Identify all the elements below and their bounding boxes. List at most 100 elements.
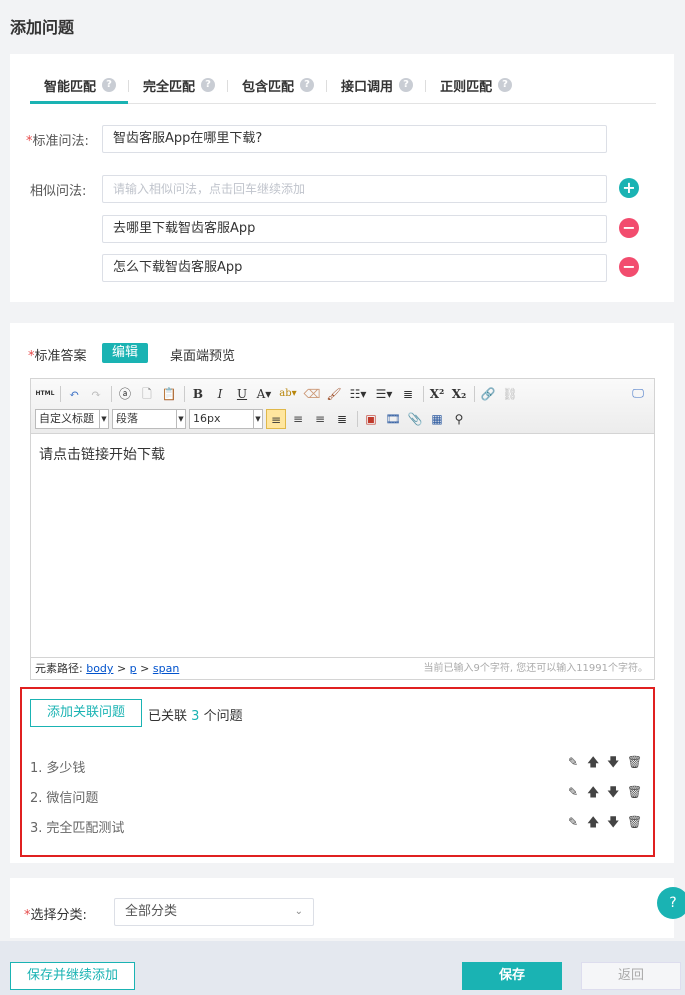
standard-question-label: *标准问法: (26, 130, 89, 149)
save-button[interactable]: 保存 (462, 962, 562, 990)
help-icon[interactable]: ? (399, 78, 414, 92)
remove-similar-icon[interactable]: − (619, 257, 639, 277)
path-p-link[interactable]: p (130, 662, 137, 675)
align-center-icon[interactable]: ≡ (288, 409, 308, 429)
align-left-icon[interactable]: ≡ (266, 409, 286, 429)
align-right-icon[interactable]: ≡ (310, 409, 330, 429)
standard-question-input[interactable]: 智齿客服App在哪里下载? (102, 125, 607, 153)
similar-question-item[interactable]: 怎么下载智齿客服App (102, 254, 607, 282)
line-height-icon[interactable]: ≣ (398, 384, 418, 404)
category-card: *选择分类: 全部分类 ⌄ (10, 878, 674, 938)
clear-doc-icon[interactable]: 🗋 (137, 384, 157, 404)
similar-question-input[interactable]: 请输入相似问法，点击回车继续添加 (102, 175, 607, 203)
format-brush-icon[interactable]: ⓐ (115, 384, 135, 404)
category-select[interactable]: 全部分类 ⌄ (114, 898, 314, 926)
unordered-list-icon[interactable]: ☰▾ (372, 384, 396, 404)
arrow-down-icon[interactable]: 🡇 (607, 815, 619, 829)
table-icon[interactable]: ▦ (427, 409, 447, 429)
superscript-icon[interactable]: X² (427, 384, 447, 404)
toolbar-divider (60, 386, 61, 402)
related-item-text: 微信问题 (46, 791, 99, 806)
highlight-color-icon[interactable]: ab▾ (276, 384, 300, 404)
add-similar-icon[interactable]: + (619, 178, 639, 198)
related-suffix: 个问题 (203, 709, 243, 724)
tab-label: 包含匹配 (242, 80, 295, 95)
html-source-icon[interactable]: HTML (35, 384, 55, 404)
related-item-number: 3. (30, 821, 43, 836)
footer-bar: 保存并继续添加 保存 返回 (0, 941, 685, 995)
bold-icon[interactable]: B (188, 384, 208, 404)
remove-similar-icon[interactable]: − (619, 218, 639, 238)
tab-smart-match[interactable]: 智能匹配 ? (30, 72, 129, 104)
image-icon[interactable]: ▣ (361, 409, 381, 429)
italic-icon[interactable]: I (210, 384, 230, 404)
redo-icon[interactable]: ↷ (86, 384, 106, 404)
toolbar-row-1: HTML ↶ ↷ ⓐ 🗋 📋 B I U A▾ ab▾ ⌫ 🖌 ☷▾ ☰▾ ≣ (35, 383, 522, 405)
add-related-question-button[interactable]: 添加关联问题 (30, 699, 142, 727)
chat-help-icon[interactable]: ? (657, 887, 685, 919)
desktop-preview-button[interactable]: 桌面端预览 (170, 345, 235, 364)
similar-question-item[interactable]: 去哪里下载智齿客服App (102, 215, 607, 243)
attachment-icon[interactable]: 📎 (405, 409, 425, 429)
font-size-value: 16px (193, 412, 221, 425)
answer-label-text: 标准答案 (34, 349, 87, 364)
related-item-actions: ✎ 🡅 🡇 🗑 (567, 815, 642, 829)
tab-contains-match[interactable]: 包含匹配 ? (228, 72, 326, 104)
path-body-link[interactable]: body (86, 662, 113, 675)
font-size-select[interactable]: 16px ▼ (189, 409, 263, 429)
category-label-text: 选择分类: (30, 908, 87, 923)
unlink-icon[interactable]: ⛓ (500, 384, 520, 404)
related-item-text: 多少钱 (46, 761, 86, 776)
related-item: 1. 多少钱 (30, 757, 85, 776)
edit-icon[interactable]: ✎ (567, 755, 579, 769)
video-icon[interactable]: 🎞 (383, 409, 403, 429)
category-value: 全部分类 (125, 904, 178, 919)
related-item: 2. 微信问题 (30, 787, 98, 806)
fullscreen-icon[interactable]: 🖵 (628, 383, 648, 403)
tab-regex-match[interactable]: 正则匹配 ? (426, 72, 524, 104)
back-button[interactable]: 返回 (581, 962, 681, 990)
paragraph-value: 段落 (116, 412, 138, 425)
arrow-up-icon[interactable]: 🡅 (587, 815, 599, 829)
underline-icon[interactable]: U (232, 384, 252, 404)
chevron-down-icon: ▼ (253, 410, 262, 428)
related-count: 3 (191, 709, 200, 724)
align-justify-icon[interactable]: ≣ (332, 409, 352, 429)
tab-exact-match[interactable]: 完全匹配 ? (129, 72, 227, 104)
path-span-link[interactable]: span (153, 662, 179, 675)
arrow-up-icon[interactable]: 🡅 (587, 755, 599, 769)
help-icon[interactable]: ? (498, 78, 513, 92)
font-color-icon[interactable]: A▾ (254, 384, 274, 404)
paragraph-select[interactable]: 段落 ▼ (112, 409, 186, 429)
rich-text-editor: HTML ↶ ↷ ⓐ 🗋 📋 B I U A▾ ab▾ ⌫ 🖌 ☷▾ ☰▾ ≣ (30, 378, 655, 680)
help-icon[interactable]: ? (201, 78, 216, 92)
edit-mode-button[interactable]: 编辑 (102, 343, 149, 363)
search-replace-icon[interactable]: ⚲ (449, 409, 469, 429)
custom-title-select[interactable]: 自定义标题 ▼ (35, 409, 109, 429)
link-icon[interactable]: 🔗 (478, 384, 498, 404)
ordered-list-icon[interactable]: ☷▾ (346, 384, 370, 404)
undo-icon[interactable]: ↶ (64, 384, 84, 404)
trash-icon[interactable]: 🗑 (627, 785, 642, 799)
arrow-down-icon[interactable]: 🡇 (607, 755, 619, 769)
format-painter-icon[interactable]: 🖌 (324, 384, 344, 404)
chevron-down-icon: ▼ (176, 410, 185, 428)
paste-text-icon[interactable]: 📋 (159, 384, 179, 404)
trash-icon[interactable]: 🗑 (627, 755, 642, 769)
tab-label: 正则匹配 (440, 80, 493, 95)
editor-toolbar: HTML ↶ ↷ ⓐ 🗋 📋 B I U A▾ ab▾ ⌫ 🖌 ☷▾ ☰▾ ≣ (31, 379, 654, 434)
arrow-down-icon[interactable]: 🡇 (607, 785, 619, 799)
editor-content[interactable]: 请点击链接开始下载 (31, 434, 654, 657)
tab-api-call[interactable]: 接口调用 ? (327, 72, 425, 104)
trash-icon[interactable]: 🗑 (627, 815, 642, 829)
edit-icon[interactable]: ✎ (567, 815, 579, 829)
arrow-up-icon[interactable]: 🡅 (587, 785, 599, 799)
help-icon[interactable]: ? (300, 78, 315, 92)
save-and-continue-button[interactable]: 保存并继续添加 (10, 962, 135, 990)
help-icon[interactable]: ? (102, 78, 117, 92)
related-item-number: 1. (30, 761, 43, 776)
edit-icon[interactable]: ✎ (567, 785, 579, 799)
subscript-icon[interactable]: X₂ (449, 384, 469, 404)
eraser-icon[interactable]: ⌫ (302, 384, 322, 404)
toolbar-divider (474, 386, 475, 402)
